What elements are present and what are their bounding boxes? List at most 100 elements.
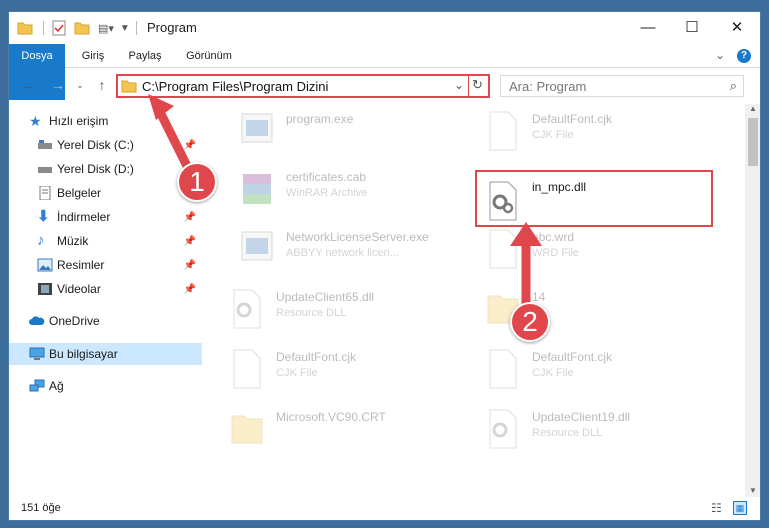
file-list: program.exe DefaultFont.cjk CJK File cer… bbox=[208, 104, 740, 497]
sidebar-item-label: Yerel Disk (D:) bbox=[57, 162, 134, 176]
sidebar-item-music[interactable]: ♪ Müzik 📌 bbox=[9, 230, 202, 252]
file-item[interactable]: DefaultFont.cjk CJK File bbox=[482, 104, 722, 160]
vertical-scrollbar[interactable]: ▲ ▼ bbox=[745, 104, 760, 497]
cloud-icon bbox=[29, 316, 45, 325]
status-bar: 151 öğe ☷ ▦ bbox=[9, 497, 760, 520]
sidebar-item-label: Belgeler bbox=[57, 186, 102, 200]
tab-home[interactable]: Giriş bbox=[73, 44, 113, 68]
blank-file-icon bbox=[489, 111, 517, 151]
file-item[interactable]: program.exe bbox=[236, 104, 476, 160]
file-item[interactable]: DefaultFont.cjk CJK File bbox=[226, 342, 466, 398]
sidebar-item-label: Hızlı erişim bbox=[49, 114, 109, 128]
customize-toolbar-icon[interactable]: ▤▾ bbox=[98, 22, 114, 35]
back-arrow-icon[interactable]: ← bbox=[19, 76, 37, 94]
computer-icon bbox=[29, 347, 45, 360]
tab-view[interactable]: Görünüm bbox=[179, 44, 239, 68]
drive-icon bbox=[38, 167, 52, 173]
details-view-icon[interactable]: ☷ bbox=[711, 501, 722, 515]
archive-icon bbox=[243, 174, 271, 204]
download-icon: ⬇ bbox=[37, 208, 50, 225]
forward-arrow-icon[interactable]: → bbox=[49, 76, 67, 94]
exe-icon bbox=[241, 231, 273, 261]
file-name: DefaultFont.cjk bbox=[532, 112, 613, 126]
navigation-bar: ← → ⌄ ↑ C:\Program Files\Program Dizini … bbox=[9, 70, 760, 102]
blank-file-icon bbox=[233, 349, 261, 389]
sidebar-item-this-pc[interactable]: Bu bilgisayar bbox=[9, 343, 202, 365]
sidebar-item-videos[interactable]: Videolar 📌 bbox=[9, 278, 202, 300]
sidebar-item-label: Resimler bbox=[57, 258, 105, 272]
scroll-thumb[interactable] bbox=[748, 118, 758, 166]
blank-file-icon bbox=[489, 349, 517, 389]
sidebar-item-label: Müzik bbox=[57, 234, 89, 248]
documents-icon bbox=[39, 186, 51, 200]
file-type: Resource DLL bbox=[532, 427, 603, 439]
sidebar-item-label: İndirmeler bbox=[57, 210, 111, 224]
refresh-icon[interactable]: ↻ bbox=[472, 77, 483, 93]
help-icon[interactable]: ? bbox=[737, 49, 751, 63]
sidebar-item-onedrive[interactable]: OneDrive bbox=[9, 310, 202, 332]
chevron-down-icon[interactable]: ▼ bbox=[120, 23, 130, 34]
file-item[interactable]: Microsoft.VC90.CRT bbox=[226, 402, 466, 458]
sidebar-item-network[interactable]: Ağ bbox=[9, 375, 202, 397]
window-title: Program bbox=[147, 20, 197, 35]
new-folder-icon[interactable] bbox=[74, 21, 90, 35]
search-icon[interactable]: ⌕ bbox=[730, 78, 737, 94]
video-icon bbox=[38, 283, 52, 295]
step-badge-1: 1 bbox=[177, 162, 217, 202]
dll-gear-icon bbox=[233, 289, 261, 329]
exe-icon bbox=[241, 113, 273, 143]
scroll-up-icon[interactable]: ▲ bbox=[749, 104, 757, 113]
item-count: 151 öğe bbox=[21, 502, 61, 514]
search-input[interactable]: Ara: Program ⌕ bbox=[500, 75, 744, 97]
large-icons-view-icon[interactable]: ▦ bbox=[733, 501, 747, 515]
file-type: WinRAR Archive bbox=[286, 187, 368, 199]
highlight-box bbox=[475, 170, 713, 227]
recent-locations-icon[interactable]: ⌄ bbox=[71, 76, 89, 94]
search-placeholder: Ara: Program bbox=[509, 79, 587, 94]
sidebar-item-documents[interactable]: Belgeler bbox=[9, 182, 202, 204]
file-item[interactable]: UpdateClient19.dll Resource DLL bbox=[482, 402, 722, 458]
sidebar-item-downloads[interactable]: ⬇ İndirmeler 📌 bbox=[9, 206, 202, 228]
pin-icon: 📌 bbox=[183, 259, 196, 271]
drive-icon bbox=[38, 140, 52, 149]
file-name: DefaultFont.cjk bbox=[532, 350, 613, 364]
tab-share[interactable]: Paylaş bbox=[121, 44, 169, 68]
file-item[interactable]: DefaultFont.cjk CJK File bbox=[482, 342, 722, 398]
expand-ribbon-icon[interactable]: ⌄ bbox=[715, 48, 725, 62]
up-arrow-icon[interactable]: ↑ bbox=[93, 76, 111, 94]
star-icon: ★ bbox=[29, 113, 42, 129]
dll-gear-icon bbox=[489, 409, 517, 449]
sidebar-item-label: Bu bilgisayar bbox=[49, 347, 118, 361]
annotation-arrow-2 bbox=[510, 222, 542, 312]
file-item[interactable]: certificates.cab WinRAR Archive bbox=[236, 162, 476, 218]
pin-icon: 📌 bbox=[183, 283, 196, 295]
file-type: CJK File bbox=[276, 367, 318, 379]
file-name: DefaultFont.cjk bbox=[276, 350, 357, 364]
ribbon-tabs: Dosya Giriş Paylaş Görünüm ⌄ ? bbox=[9, 44, 760, 100]
folder-icon bbox=[231, 415, 263, 444]
scroll-down-icon[interactable]: ▼ bbox=[749, 486, 757, 495]
file-item[interactable]: NetworkLicenseServer.exe ABBYY network l… bbox=[236, 222, 476, 278]
sidebar-item-pictures[interactable]: Resimler 📌 bbox=[9, 254, 202, 276]
pictures-icon bbox=[37, 258, 53, 272]
file-type: CJK File bbox=[532, 367, 574, 379]
file-name: certificates.cab bbox=[286, 170, 367, 184]
properties-icon[interactable] bbox=[52, 20, 66, 36]
folder-icon bbox=[17, 22, 33, 35]
address-dropdown-icon[interactable]: ⌄ bbox=[454, 78, 464, 92]
title-bar: ▤▾ ▼ Program — ☐ ✕ bbox=[9, 12, 760, 44]
sidebar-item-label: Yerel Disk (C:) bbox=[57, 138, 134, 152]
pin-icon: 📌 bbox=[183, 211, 196, 223]
sidebar-item-label: Videolar bbox=[57, 282, 101, 296]
music-icon: ♪ bbox=[37, 232, 45, 249]
close-button[interactable]: ✕ bbox=[714, 12, 760, 42]
network-icon bbox=[29, 379, 45, 392]
file-name: Microsoft.VC90.CRT bbox=[276, 410, 386, 424]
file-name: UpdateClient19.dll bbox=[532, 410, 631, 424]
explorer-window: ▤▾ ▼ Program — ☐ ✕ Dosya Giriş Paylaş Gö… bbox=[8, 11, 761, 521]
file-type: CJK File bbox=[532, 129, 574, 141]
maximize-button[interactable]: ☐ bbox=[669, 12, 715, 42]
file-name: NetworkLicenseServer.exe bbox=[286, 230, 429, 244]
file-item[interactable]: UpdateClient65.dll Resource DLL bbox=[226, 282, 466, 338]
minimize-button[interactable]: — bbox=[625, 12, 671, 42]
